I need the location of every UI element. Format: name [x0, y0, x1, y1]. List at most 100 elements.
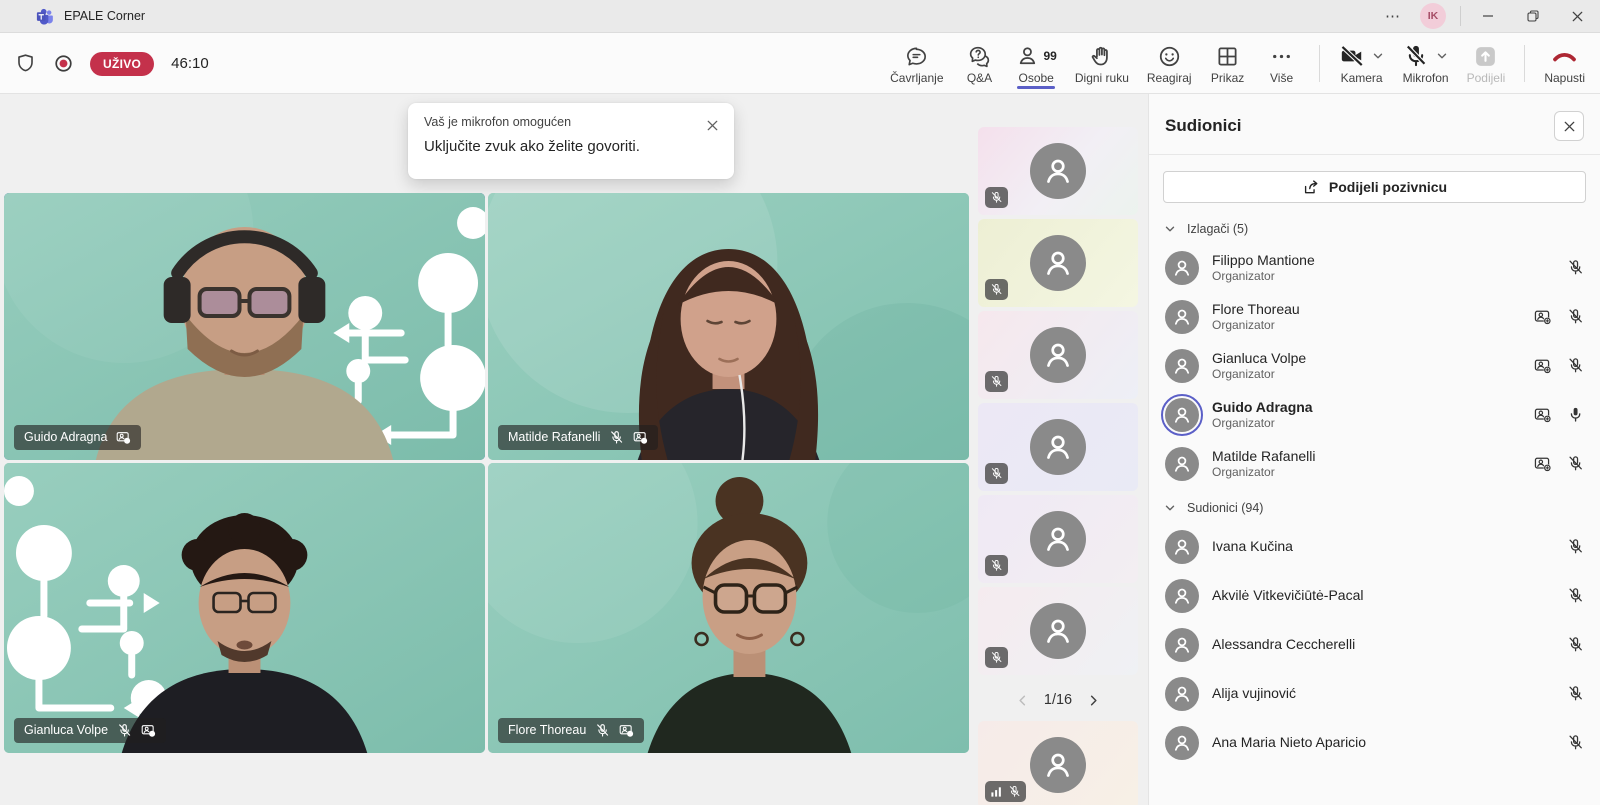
- toast-body: Uključite zvuk ako želite govoriti.: [424, 138, 718, 155]
- thumbnail-tile[interactable]: [978, 721, 1138, 805]
- microphone-off-icon: [1403, 43, 1429, 69]
- mic-off-icon: [1567, 734, 1584, 751]
- attendees-section-header[interactable]: Sudionici (94): [1149, 488, 1600, 522]
- recording-icon[interactable]: [52, 52, 75, 75]
- toolbar-divider: [1319, 45, 1320, 82]
- name-label: Gianluca Volpe: [14, 718, 166, 743]
- avatar: [1030, 419, 1086, 475]
- participant-thumbnail-strip: 1/16: [978, 127, 1138, 805]
- avatar: [1165, 447, 1199, 481]
- panel-divider: [1149, 154, 1600, 155]
- thumbnail-tile[interactable]: [978, 127, 1138, 215]
- participant-row[interactable]: Alessandra Ceccherelli: [1149, 620, 1600, 669]
- thumbnail-tile[interactable]: [978, 587, 1138, 675]
- microphone-button[interactable]: Mikrofon: [1394, 33, 1458, 94]
- participant-row[interactable]: Ivana Kučina: [1149, 522, 1600, 571]
- participant-row[interactable]: Ana Maria Nieto Aparicio: [1149, 718, 1600, 767]
- video-feed: [488, 193, 969, 460]
- spotlight-pip-icon: [1534, 455, 1552, 473]
- teams-meeting-window: EPALE Corner ⋯ IK UŽIVO 46:10 Čavrljanje…: [0, 0, 1600, 805]
- participant-row[interactable]: Filippo Mantione Organizator: [1149, 243, 1600, 292]
- spotlight-pip-icon: [1534, 308, 1552, 326]
- video-tile-matilde-rafanelli[interactable]: Matilde Rafanelli: [488, 193, 969, 460]
- participant-name: Flore Thoreau: [1212, 300, 1300, 318]
- avatar: [1030, 143, 1086, 199]
- minimize-button[interactable]: [1465, 0, 1510, 33]
- view-button[interactable]: Prikaz: [1201, 33, 1255, 94]
- avatar: [1165, 628, 1199, 662]
- video-feed: [4, 193, 485, 460]
- thumbnail-tile[interactable]: [978, 495, 1138, 583]
- mic-off-badge: [985, 463, 1008, 484]
- window-title: EPALE Corner: [64, 9, 145, 23]
- participant-name: Alija vujinović: [1212, 685, 1296, 701]
- maximize-button[interactable]: [1510, 0, 1555, 33]
- panel-close-button[interactable]: [1554, 111, 1584, 141]
- spotlight-pip-icon: [141, 723, 156, 738]
- participant-name: Matilde Rafanelli: [508, 431, 600, 444]
- name-label: Guido Adragna: [14, 425, 141, 450]
- microphone-chevron-icon[interactable]: [1435, 49, 1449, 63]
- share-invite-button[interactable]: Podijeli pozivnicu: [1163, 171, 1586, 203]
- participant-row[interactable]: Matilde Rafanelli Organizator: [1149, 439, 1600, 488]
- participant-name: Akvilė Vitkevičiūtė-Pacal: [1212, 587, 1363, 603]
- user-avatar[interactable]: IK: [1420, 3, 1446, 29]
- video-feed: [488, 463, 969, 753]
- mic-off-badge: [985, 187, 1008, 208]
- more-button[interactable]: Više: [1255, 33, 1309, 94]
- thumbnail-tile[interactable]: [978, 311, 1138, 399]
- avatar: [1165, 579, 1199, 613]
- video-tile-guido-adragna[interactable]: Guido Adragna: [4, 193, 485, 460]
- video-feed: [4, 463, 485, 753]
- mic-off-icon: [1567, 455, 1584, 472]
- meeting-toolbar: UŽIVO 46:10 Čavrljanje Q&A 99 Osobe D: [0, 33, 1600, 94]
- mic-off-icon: [1567, 587, 1584, 604]
- spotlight-pip-icon: [1534, 406, 1552, 424]
- avatar: [1165, 251, 1199, 285]
- participant-role: Organizator: [1212, 465, 1316, 480]
- chevron-down-icon: [1163, 501, 1177, 515]
- share-button: Podijeli: [1458, 33, 1515, 94]
- participant-row[interactable]: Gianluca Volpe Organizator: [1149, 341, 1600, 390]
- participant-row-active-speaker[interactable]: Guido Adragna Organizator: [1149, 390, 1600, 439]
- toolbar-divider: [1524, 45, 1525, 82]
- participant-row[interactable]: Alija vujinović: [1149, 669, 1600, 718]
- participant-name: Ana Maria Nieto Aparicio: [1212, 734, 1366, 750]
- participant-name: Ivana Kučina: [1212, 538, 1293, 554]
- qa-icon: [967, 42, 992, 70]
- presenters-section-header[interactable]: Izlagači (5): [1149, 209, 1600, 243]
- spotlight-pip-icon: [619, 723, 634, 738]
- chat-icon: [904, 42, 929, 70]
- shield-icon[interactable]: [14, 52, 37, 75]
- participant-name: Matilde Rafanelli: [1212, 447, 1316, 465]
- thumbnail-tile[interactable]: [978, 219, 1138, 307]
- signal-mic-off-badge: [985, 781, 1026, 802]
- raise-hand-button[interactable]: Digni ruku: [1066, 33, 1138, 94]
- video-tile-flore-thoreau[interactable]: Flore Thoreau: [488, 463, 969, 753]
- mic-off-icon: [1567, 357, 1584, 374]
- mic-off-badge: [985, 555, 1008, 576]
- camera-chevron-icon[interactable]: [1371, 49, 1385, 63]
- video-tile-gianluca-volpe[interactable]: Gianluca Volpe: [4, 463, 485, 753]
- name-label: Flore Thoreau: [498, 718, 644, 743]
- titlebar-more-icon[interactable]: ⋯: [1376, 7, 1410, 25]
- pager-next-icon[interactable]: [1086, 693, 1101, 708]
- mic-off-icon: [1567, 308, 1584, 325]
- qa-button[interactable]: Q&A: [953, 33, 1007, 94]
- pager-page-indicator: 1/16: [1044, 692, 1072, 708]
- people-button[interactable]: 99 Osobe: [1007, 33, 1066, 94]
- mic-off-badge: [985, 647, 1008, 668]
- mic-off-icon: [595, 723, 610, 738]
- video-grid: Guido Adragna: [4, 193, 972, 753]
- participant-row[interactable]: Flore Thoreau Organizator: [1149, 292, 1600, 341]
- react-button[interactable]: Reagiraj: [1138, 33, 1201, 94]
- chat-button[interactable]: Čavrljanje: [881, 33, 952, 94]
- camera-button[interactable]: Kamera: [1330, 33, 1394, 94]
- close-button[interactable]: [1555, 0, 1600, 33]
- leave-button[interactable]: Napusti: [1535, 33, 1594, 94]
- mic-off-icon: [1567, 636, 1584, 653]
- toast-close-icon[interactable]: [702, 115, 722, 135]
- mic-off-icon: [1567, 259, 1584, 276]
- thumbnail-tile[interactable]: [978, 403, 1138, 491]
- participant-row[interactable]: Akvilė Vitkevičiūtė-Pacal: [1149, 571, 1600, 620]
